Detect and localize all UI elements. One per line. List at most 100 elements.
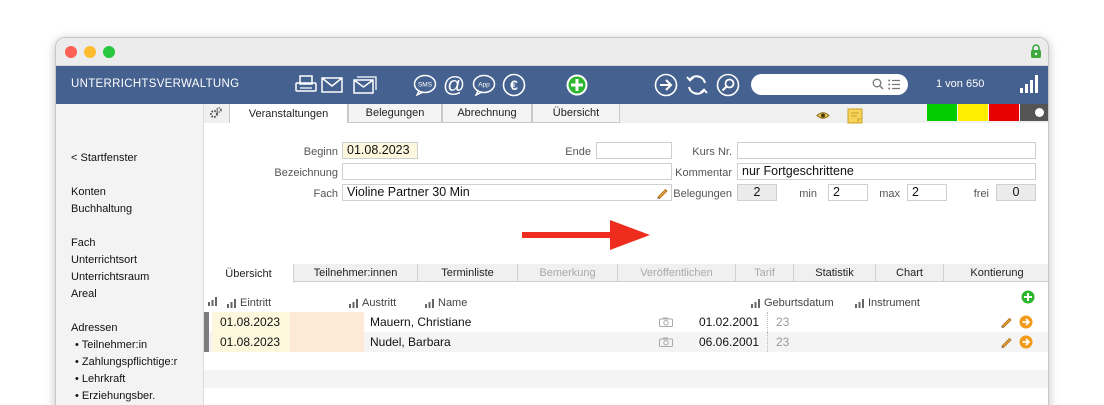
- find-icon[interactable]: [716, 73, 740, 97]
- subtab-uebersicht[interactable]: Übersicht: [204, 264, 294, 283]
- subtab-terminliste[interactable]: Terminliste: [418, 264, 518, 282]
- status-green-swatch[interactable]: [927, 104, 957, 121]
- tab-abrechnung[interactable]: Abrechnung: [442, 104, 532, 123]
- tab-belegungen[interactable]: Belegungen: [348, 104, 442, 123]
- sms-icon[interactable]: SMS: [413, 73, 437, 97]
- sidebar-item-unterrichtsort[interactable]: Unterrichtsort: [71, 254, 137, 266]
- kurs-nr-field[interactable]: [737, 142, 1036, 159]
- status-toggle[interactable]: [1020, 104, 1048, 121]
- subtab-teilnehmer[interactable]: Teilnehmer:innen: [294, 264, 418, 282]
- belegungen-field: 2: [737, 184, 777, 201]
- cell-instrument[interactable]: [814, 332, 994, 352]
- cell-austritt[interactable]: [290, 332, 364, 352]
- empty-row: [204, 370, 1048, 388]
- ende-field[interactable]: [596, 142, 672, 159]
- sort-bars-icon: [855, 298, 864, 308]
- camera-icon[interactable]: [659, 317, 673, 327]
- email-icon[interactable]: [320, 73, 344, 97]
- cell-geburtsdatum[interactable]: 01.02.2001: [696, 312, 768, 332]
- subtab-kontierung[interactable]: Kontierung: [944, 264, 1048, 282]
- minimize-window-button[interactable]: [84, 46, 96, 58]
- min-field[interactable]: 2: [828, 184, 868, 201]
- cell-alter: 23: [776, 315, 790, 329]
- subtab-statistik[interactable]: Statistik: [794, 264, 876, 282]
- col-header-eintritt[interactable]: Eintritt: [227, 297, 271, 309]
- edit-row-pencil-icon[interactable]: [1000, 335, 1013, 348]
- main-toolbar: UNTERRICHTSVERWALTUNG SMS @ App € 1 von …: [56, 66, 1048, 104]
- col-header-name[interactable]: Name: [425, 297, 467, 309]
- tab-uebersicht[interactable]: Übersicht: [532, 104, 620, 123]
- sidebar-item-zahlungspflichtige[interactable]: • Zahlungspflichtige:r: [75, 356, 177, 368]
- kommentar-field[interactable]: nur Fortgeschrittene: [737, 163, 1036, 180]
- gear-icon[interactable]: [209, 106, 223, 120]
- max-field[interactable]: 2: [907, 184, 947, 201]
- edit-row-pencil-icon[interactable]: [1000, 315, 1013, 328]
- list-icon[interactable]: [888, 79, 900, 90]
- search-input[interactable]: [751, 74, 908, 95]
- camera-icon[interactable]: [659, 337, 673, 347]
- note-icon[interactable]: [847, 108, 863, 124]
- status-yellow-swatch[interactable]: [958, 104, 988, 121]
- sidebar-item-adressen[interactable]: Adressen: [71, 322, 117, 334]
- open-record-arrow-icon[interactable]: [1019, 315, 1033, 329]
- eye-icon[interactable]: [816, 111, 830, 120]
- edit-fach-pencil-icon[interactable]: [656, 186, 669, 199]
- refresh-icon[interactable]: [685, 73, 709, 97]
- min-label: min: [799, 188, 817, 200]
- close-window-button[interactable]: [65, 46, 77, 58]
- kurs-nr-label: Kurs Nr.: [692, 146, 732, 158]
- euro-icon[interactable]: €: [502, 73, 526, 97]
- bezeichnung-field[interactable]: [342, 163, 672, 180]
- cell-austritt[interactable]: [290, 312, 364, 332]
- tab-veranstaltungen[interactable]: Veranstaltungen: [229, 104, 348, 123]
- subtab-tarif[interactable]: Tarif: [736, 264, 794, 282]
- cell-alter: 23: [776, 335, 790, 349]
- belegungen-label: Belegungen: [673, 188, 732, 200]
- col-header-geburtsdatum[interactable]: Geburtsdatum: [751, 297, 834, 309]
- col-name-label: Name: [438, 297, 468, 309]
- zoom-window-button[interactable]: [103, 46, 115, 58]
- sidebar-item-unterrichtsraum[interactable]: Unterrichtsraum: [71, 271, 149, 283]
- sidebar-item-fach[interactable]: Fach: [71, 237, 95, 249]
- status-red-swatch[interactable]: [989, 104, 1019, 121]
- sidebar-item-teilnehmer[interactable]: • Teilnehmer:in: [75, 339, 147, 351]
- cell-name[interactable]: Nudel, Barbara: [370, 332, 650, 352]
- svg-text:SMS: SMS: [418, 82, 433, 89]
- col-header-instrument[interactable]: Instrument: [855, 297, 920, 309]
- at-icon[interactable]: @: [442, 73, 466, 97]
- sidebar-item-buchhaltung[interactable]: Buchhaltung: [71, 203, 132, 215]
- cell-instrument[interactable]: [814, 312, 994, 332]
- print-icon[interactable]: [294, 73, 318, 97]
- cell-name[interactable]: Mauern, Christiane: [370, 312, 650, 332]
- record-count: 1 von 650: [936, 78, 985, 90]
- next-record-icon[interactable]: [654, 73, 678, 97]
- max-label: max: [879, 188, 900, 200]
- subtab-veroeffentlichen[interactable]: Veröffentlichen: [618, 264, 736, 282]
- cell-eintritt[interactable]: 01.08.2023: [212, 332, 290, 352]
- col-sort-all[interactable]: [208, 297, 217, 306]
- app-title: UNTERRICHTSVERWALTUNG: [71, 78, 240, 90]
- add-icon[interactable]: [565, 73, 589, 97]
- sidebar-item-konten[interactable]: Konten: [71, 186, 106, 198]
- svg-text:€: €: [510, 77, 518, 93]
- table-row[interactable]: 01.08.2023 Nudel, Barbara 06.06.2001 23: [204, 332, 1048, 352]
- fach-field[interactable]: Violine Partner 30 Min: [342, 184, 672, 201]
- table-row[interactable]: 01.08.2023 Mauern, Christiane 01.02.2001…: [204, 312, 1048, 332]
- subtab-chart[interactable]: Chart: [876, 264, 944, 282]
- open-record-arrow-icon[interactable]: [1019, 335, 1033, 349]
- sidebar-item-lehrkraft[interactable]: • Lehrkraft: [75, 373, 125, 385]
- svg-text:App: App: [478, 82, 490, 89]
- cell-geburtsdatum[interactable]: 06.06.2001: [696, 332, 768, 352]
- col-header-austritt[interactable]: Austritt: [349, 297, 396, 309]
- sidebar-item-areal[interactable]: Areal: [71, 288, 97, 300]
- title-bar: [56, 38, 1048, 66]
- lock-icon: [1031, 44, 1041, 58]
- cell-eintritt[interactable]: 01.08.2023: [212, 312, 290, 332]
- beginn-field[interactable]: 01.08.2023: [342, 142, 418, 159]
- app-icon[interactable]: App: [472, 73, 496, 97]
- sidebar-back-startfenster[interactable]: < Startfenster: [71, 152, 137, 164]
- email-multi-icon[interactable]: [353, 73, 377, 97]
- add-row-plus-icon[interactable]: [1021, 290, 1035, 304]
- subtab-bemerkung[interactable]: Bemerkung: [518, 264, 618, 282]
- sidebar-item-erziehungsber[interactable]: • Erziehungsber.: [75, 390, 155, 402]
